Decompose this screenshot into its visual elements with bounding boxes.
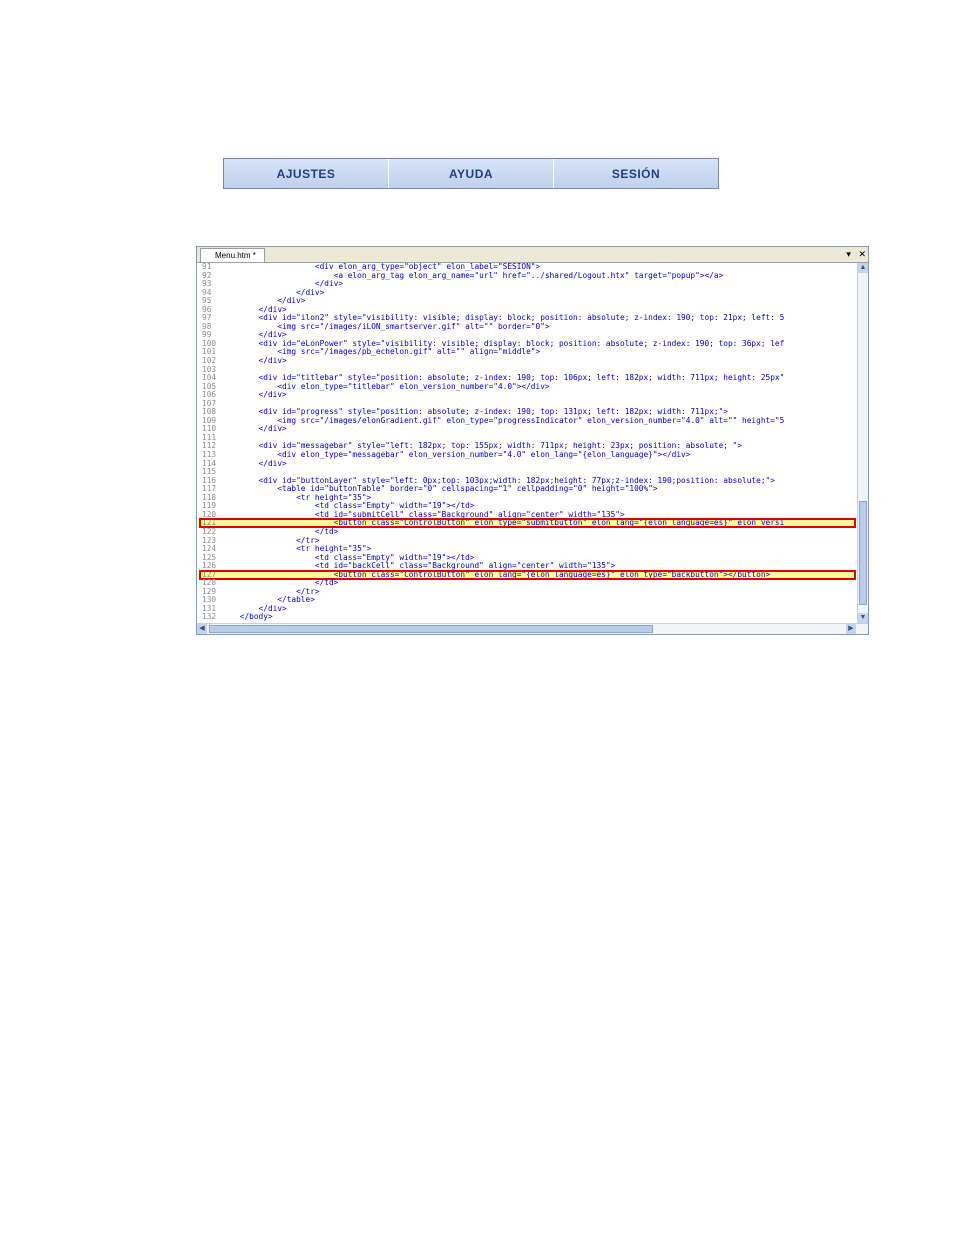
line-source: </body> [221,612,273,622]
code-line: 114 </div> [197,458,856,469]
code-line: 131 </div> [197,604,856,614]
menu-item-ayuda[interactable]: AYUDA [389,159,554,188]
menu-bar: AJUSTES AYUDA SESIÓN [223,158,719,189]
horizontal-scroll-thumb[interactable] [209,625,653,633]
code-area[interactable]: 91 <div elon_arg_type="object" elon_labe… [197,263,856,623]
code-line: 110 </div> [197,425,856,434]
menu-item-sesion[interactable]: SESIÓN [554,159,718,188]
code-line: 95 </div> [197,297,856,306]
tab-controls: ▾ ✕ [841,247,866,262]
code-line: 98 <img src="/images/iLON_smartserver.gi… [197,322,856,332]
menu-item-ajustes[interactable]: AJUSTES [224,159,389,188]
code-line: 113 <div elon_type="messagebar" elon_ver… [197,450,856,460]
code-line: 132 </body> [197,613,856,622]
tab-strip: Menu.htm * ▾ ✕ [197,247,868,263]
code-line: 105 <div elon_type="titlebar" elon_versi… [197,382,856,392]
close-icon[interactable]: ✕ [858,249,866,259]
code-line: 102 </div> [197,356,856,366]
vertical-scrollbar[interactable]: ▲ ▼ [857,263,868,623]
line-source: <img src="/images/elonGradient.gif" elon… [221,415,785,425]
chevron-down-icon[interactable]: ▾ [846,249,851,259]
line-source: </div> [221,458,287,468]
line-source: </div> [221,390,287,400]
line-source: </div> [221,424,287,434]
code-line: 106 </div> [197,391,856,400]
code-line: 109 <img src="/images/elonGradient.gif" … [197,415,856,426]
code-line: 130 </table> [197,596,856,605]
tab-menu-htm[interactable]: Menu.htm * [200,248,265,262]
vertical-scroll-thumb[interactable] [859,501,867,605]
scroll-down-arrow-icon[interactable]: ▼ [858,613,868,623]
code-line: 101 <img src="/images/pb_echelon.gif" al… [197,348,856,357]
line-source: <div elon_type="messagebar" elon_version… [221,450,691,460]
line-source: </div> [221,356,287,366]
horizontal-scrollbar[interactable]: ◀ ▶ [197,623,868,634]
scroll-up-arrow-icon[interactable]: ▲ [858,263,868,273]
scroll-left-arrow-icon[interactable]: ◀ [197,624,207,634]
code-editor-window: Menu.htm * ▾ ✕ 91 <div elon_arg_type="ob… [196,246,869,635]
scroll-right-arrow-icon[interactable]: ▶ [846,624,856,634]
